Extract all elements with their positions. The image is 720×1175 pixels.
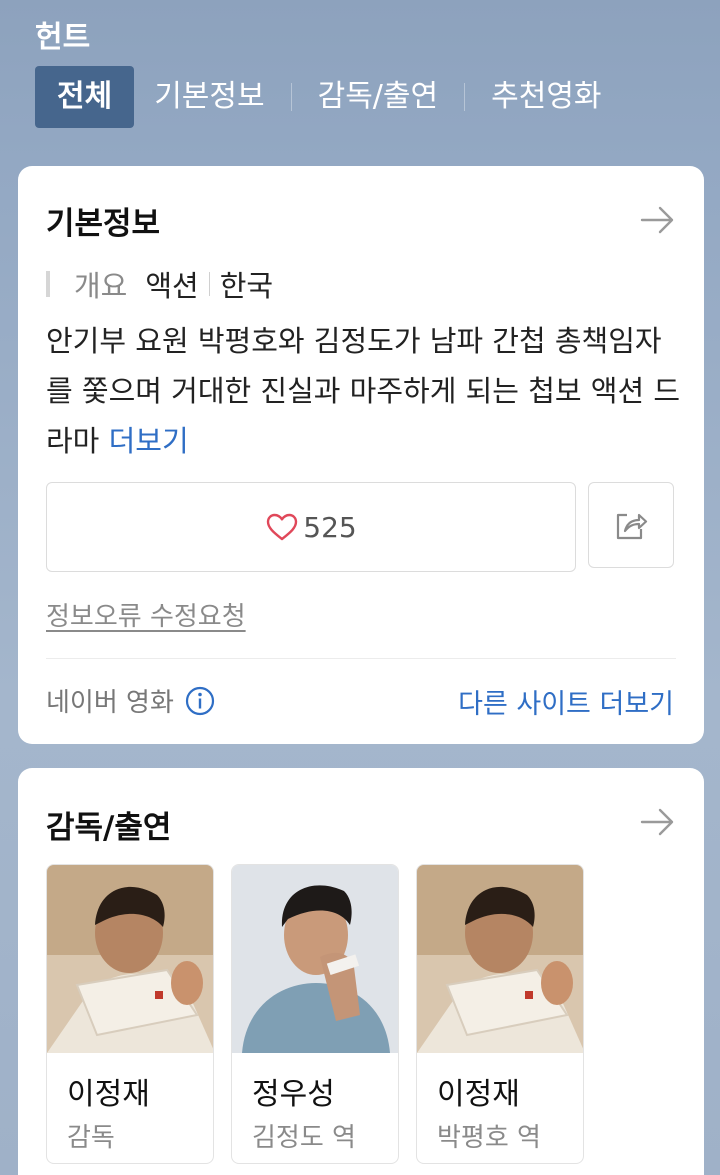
person-photo xyxy=(232,865,398,1053)
meta-label: 개요 xyxy=(74,269,128,303)
arrow-right-icon[interactable] xyxy=(638,200,678,240)
basic-info-card: 기본정보 개요 액션 한국 안기부 요원 박평호와 김정도가 남파 간첩 총책임… xyxy=(18,166,704,744)
source-label: 네이버 영화 xyxy=(46,688,174,718)
person-name: 정우성 xyxy=(252,1077,335,1112)
source: 네이버 영화 xyxy=(46,682,216,719)
meta-divider xyxy=(208,272,210,296)
person-photo xyxy=(417,865,583,1053)
card-title: 기본정보 xyxy=(46,206,161,242)
like-count: 525 xyxy=(303,510,357,544)
tab-divider xyxy=(464,83,466,111)
person-role: 박평호 역 xyxy=(437,1123,541,1153)
other-sites-link[interactable]: 다른 사이트 더보기 xyxy=(458,682,674,721)
arrow-right-icon[interactable] xyxy=(638,802,678,842)
meta-bar xyxy=(46,271,50,297)
card-title: 감독/출연 xyxy=(46,810,172,846)
report-error-link[interactable]: 정보오류 수정요청 xyxy=(46,596,246,633)
person-role: 김정도 역 xyxy=(252,1123,356,1153)
synopsis: 안기부 요원 박평호와 김정도가 남파 간첩 총책임자를 쫓으며 거대한 진실과… xyxy=(46,316,686,466)
heart-icon xyxy=(267,513,298,541)
country: 한국 xyxy=(219,269,274,303)
share-icon xyxy=(616,513,648,540)
person-name: 이정재 xyxy=(437,1077,520,1112)
movie-title: 헌트 xyxy=(35,20,91,55)
divider xyxy=(46,658,676,659)
genre: 액션 xyxy=(145,269,199,303)
director-cast-card: 감독/출연 이정재 감독 정우성 김정도 역 이정재 박평호 역 xyxy=(18,768,704,1175)
person-card[interactable]: 이정재 박평호 역 xyxy=(416,864,584,1164)
tab-basic-info[interactable]: 기본정보 xyxy=(134,66,284,128)
tab-bar: 전체 기본정보 감독/출연 추천영화 xyxy=(35,66,622,128)
person-card[interactable]: 이정재 감독 xyxy=(46,864,214,1164)
person-card[interactable]: 정우성 김정도 역 xyxy=(231,864,399,1164)
tab-all[interactable]: 전체 xyxy=(35,66,135,128)
people-list: 이정재 감독 정우성 김정도 역 이정재 박평호 역 xyxy=(46,864,601,1164)
person-name: 이정재 xyxy=(67,1077,150,1112)
tab-recommended[interactable]: 추천영화 xyxy=(471,66,621,128)
person-photo xyxy=(47,865,213,1053)
movie-meta: 개요 액션 한국 xyxy=(46,266,274,303)
header: 헌트 전체 기본정보 감독/출연 추천영화 xyxy=(0,0,720,150)
info-icon[interactable] xyxy=(184,685,216,717)
tab-divider xyxy=(290,83,292,111)
person-role: 감독 xyxy=(67,1123,115,1153)
more-link[interactable]: 더보기 xyxy=(109,424,189,458)
tab-director-cast[interactable]: 감독/출연 xyxy=(298,66,459,128)
like-button[interactable]: 525 xyxy=(46,482,576,572)
share-button[interactable] xyxy=(588,482,674,568)
